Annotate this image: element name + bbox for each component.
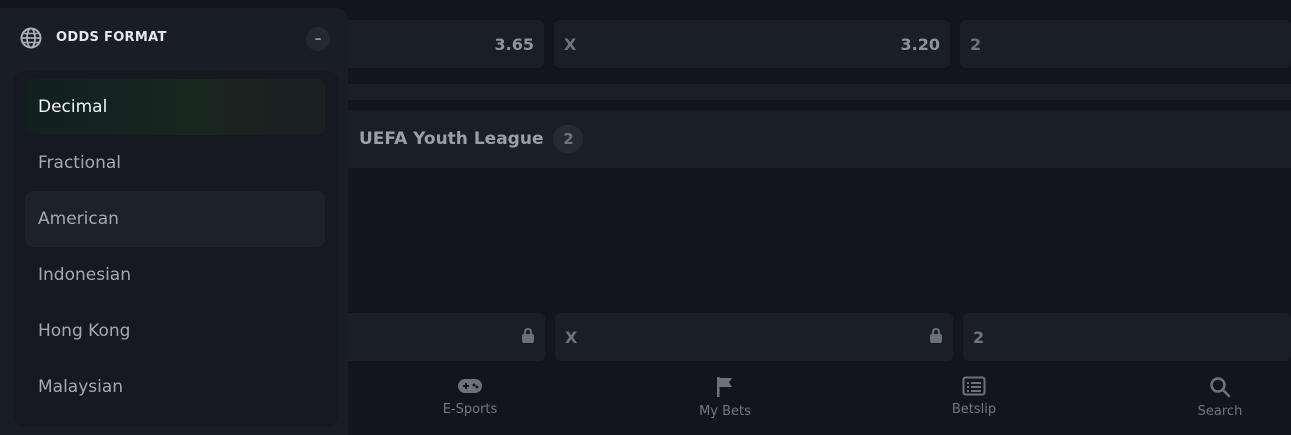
option-american[interactable]: American xyxy=(25,191,325,247)
odds-draw-value: 3.20 xyxy=(900,34,940,54)
nav-search[interactable]: Search xyxy=(1160,372,1280,419)
section-divider xyxy=(340,84,1291,100)
odds-draw-cell-locked[interactable]: X xyxy=(555,313,953,361)
lock-icon xyxy=(929,327,943,347)
nav-search-label: Search xyxy=(1197,404,1243,419)
odds-away-label: 2 xyxy=(970,34,982,54)
odds-away-label: 2 xyxy=(973,327,985,347)
league-header[interactable]: UEFA Youth League 2 xyxy=(340,110,1291,168)
bottom-nav: E-Sports My Bets Betslip Search xyxy=(340,372,1291,435)
betslip-icon xyxy=(962,376,986,396)
option-malaysian[interactable]: Malaysian xyxy=(25,359,325,415)
gamepad-icon xyxy=(458,379,482,393)
odds-away-cell-locked[interactable]: 2 xyxy=(963,313,1291,361)
odds-format-header[interactable]: ODDS FORMAT – xyxy=(0,8,348,70)
odds-format-panel: ODDS FORMAT – Decimal Fractional America… xyxy=(0,8,348,435)
odds-draw-label: X xyxy=(565,327,578,347)
globe-icon xyxy=(20,27,42,49)
option-decimal[interactable]: Decimal xyxy=(25,79,325,135)
nav-betslip[interactable]: Betslip xyxy=(914,372,1034,417)
odds-format-title: ODDS FORMAT xyxy=(56,30,167,45)
league-count-badge: 2 xyxy=(553,125,584,153)
odds-home-cell-locked[interactable] xyxy=(340,313,545,361)
nav-betslip-label: Betslip xyxy=(951,402,997,417)
nav-my-bets[interactable]: My Bets xyxy=(665,372,785,419)
odds-away-cell[interactable]: 2 xyxy=(960,20,1291,68)
odds-format-options: Decimal Fractional American Indonesian H… xyxy=(14,71,338,427)
lock-icon xyxy=(521,327,535,347)
flag-icon xyxy=(717,377,732,397)
odds-home-cell[interactable]: 3.65 xyxy=(340,20,544,68)
odds-draw-cell[interactable]: X 3.20 xyxy=(554,20,950,68)
nav-esports-label: E-Sports xyxy=(442,402,498,417)
option-fractional[interactable]: Fractional xyxy=(25,135,325,191)
odds-home-value: 3.65 xyxy=(494,34,534,54)
nav-esports[interactable]: E-Sports xyxy=(410,372,530,417)
odds-draw-label: X xyxy=(564,34,577,54)
nav-my-bets-label: My Bets xyxy=(699,404,751,419)
option-hong-kong[interactable]: Hong Kong xyxy=(25,303,325,359)
league-name: UEFA Youth League xyxy=(359,129,544,149)
search-icon xyxy=(1210,377,1231,398)
option-indonesian[interactable]: Indonesian xyxy=(25,247,325,303)
collapse-button[interactable]: – xyxy=(306,27,330,51)
